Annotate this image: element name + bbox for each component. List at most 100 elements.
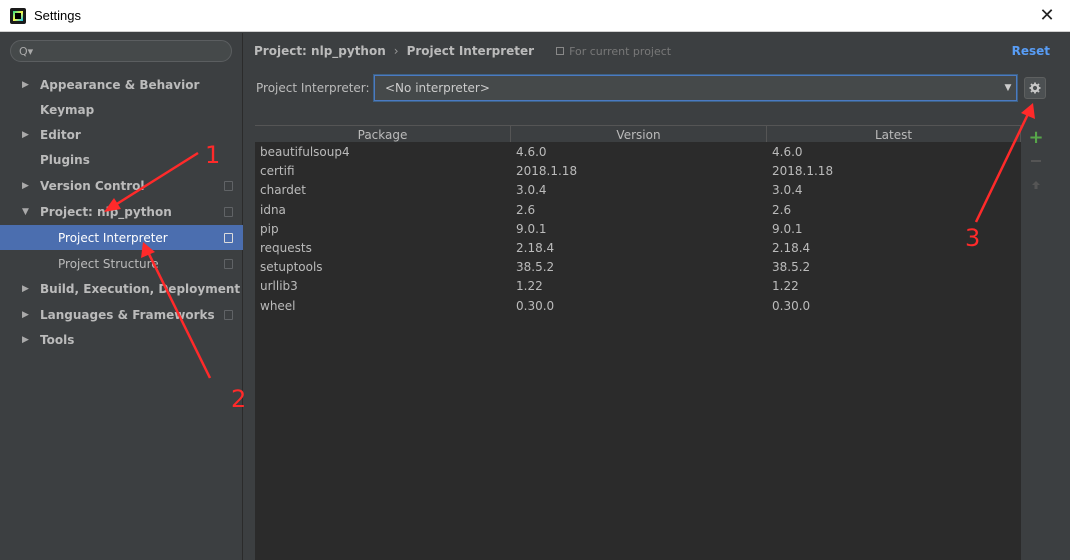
package-toolbar: + bbox=[1025, 125, 1047, 560]
expand-arrow-icon: ▶ bbox=[22, 180, 29, 191]
package-name: beautifulsoup4 bbox=[260, 145, 350, 159]
interpreter-value: <No interpreter> bbox=[385, 81, 490, 95]
sidebar-item-label: Plugins bbox=[40, 152, 90, 167]
column-header-package[interactable]: Package bbox=[255, 125, 511, 142]
package-name: chardet bbox=[260, 183, 306, 198]
project-scope-icon bbox=[224, 309, 233, 320]
close-button[interactable]: ✕ bbox=[1036, 5, 1058, 27]
plus-icon: + bbox=[1028, 126, 1044, 148]
window-title: Settings bbox=[34, 8, 81, 23]
sidebar-item-label: Tools bbox=[40, 332, 75, 347]
table-header: Package Version Latest bbox=[255, 125, 1021, 143]
table-row[interactable]: pip 9.0.1 9.0.1 bbox=[255, 220, 1021, 239]
title-bar: Settings ✕ bbox=[0, 0, 1070, 32]
scope-note-text: For current project bbox=[569, 44, 672, 58]
expand-arrow-icon: ▶ bbox=[22, 334, 29, 345]
package-name: setuptools bbox=[260, 260, 323, 275]
annotation-label-3: 3 bbox=[965, 224, 981, 252]
reset-link[interactable]: Reset bbox=[1012, 44, 1050, 58]
sidebar-item-label: Appearance & Behavior bbox=[40, 77, 200, 92]
package-name: urllib3 bbox=[260, 279, 298, 294]
package-version: 2.6 bbox=[516, 202, 536, 217]
dropdown-arrow-icon[interactable]: ▼ bbox=[1001, 77, 1015, 99]
package-version: 4.6.0 bbox=[516, 145, 547, 159]
table-row[interactable]: idna 2.6 2.6 bbox=[255, 201, 1021, 220]
package-latest: 2.6 bbox=[772, 202, 792, 217]
sidebar-item-label: Editor bbox=[40, 127, 81, 142]
project-scope-icon bbox=[556, 47, 565, 55]
package-name: requests bbox=[260, 240, 312, 255]
table-row[interactable]: setuptools 38.5.2 38.5.2 bbox=[255, 258, 1021, 277]
package-name: idna bbox=[260, 202, 286, 217]
upgrade-arrow-icon bbox=[1032, 181, 1040, 189]
add-package-button[interactable]: + bbox=[1025, 125, 1047, 149]
column-header-version[interactable]: Version bbox=[511, 125, 767, 142]
sidebar-item-label: Languages & Frameworks bbox=[40, 307, 215, 322]
expand-arrow-icon: ▶ bbox=[22, 283, 29, 294]
project-scope-icon bbox=[224, 258, 233, 269]
breadcrumb: Project: nlp_python › Project Interprete… bbox=[254, 44, 671, 58]
package-latest: 2018.1.18 bbox=[772, 164, 834, 179]
package-latest: 3.0.4 bbox=[772, 183, 803, 198]
package-version: 0.30.0 bbox=[516, 298, 555, 313]
remove-package-button[interactable] bbox=[1025, 149, 1047, 173]
table-row[interactable]: chardet 3.0.4 3.0.4 bbox=[255, 181, 1021, 200]
table-row[interactable]: urllib3 1.22 1.22 bbox=[255, 277, 1021, 296]
table-row[interactable]: requests 2.18.4 2.18.4 bbox=[255, 239, 1021, 258]
annotation-label-2: 2 bbox=[231, 385, 247, 413]
sidebar-item-tools[interactable]: ▶ Tools bbox=[0, 327, 243, 352]
collapse-arrow-icon: ▼ bbox=[22, 206, 29, 217]
sidebar-item-project[interactable]: ▼ Project: nlp_python bbox=[0, 199, 243, 224]
sidebar-item-label: Keymap bbox=[40, 102, 95, 117]
sidebar-item-label: Project Interpreter bbox=[58, 230, 168, 245]
package-version: 1.22 bbox=[516, 279, 543, 294]
package-version: 2.18.4 bbox=[516, 240, 555, 255]
package-version: 9.0.1 bbox=[516, 221, 547, 236]
package-name: wheel bbox=[260, 298, 296, 313]
sidebar-item-build[interactable]: ▶ Build, Execution, Deployment bbox=[0, 276, 243, 301]
package-name: pip bbox=[260, 221, 279, 236]
package-latest: 9.0.1 bbox=[772, 221, 803, 236]
breadcrumb-separator: › bbox=[393, 44, 399, 58]
sidebar-item-label: Build, Execution, Deployment bbox=[40, 281, 241, 296]
package-name: certifi bbox=[260, 164, 295, 179]
table-row[interactable]: certifi 2018.1.18 2018.1.18 bbox=[255, 162, 1021, 181]
settings-search-input[interactable]: Q▾ bbox=[10, 40, 232, 62]
project-scope-icon bbox=[224, 232, 233, 243]
pycharm-app-icon bbox=[10, 7, 26, 24]
sidebar-item-project-structure[interactable]: Project Structure bbox=[0, 251, 243, 276]
table-row[interactable]: wheel 0.30.0 0.30.0 bbox=[255, 297, 1021, 316]
interpreter-label: Project Interpreter: bbox=[256, 81, 370, 95]
package-version: 2018.1.18 bbox=[516, 164, 578, 179]
sidebar-item-version-control[interactable]: ▶ Version Control bbox=[0, 173, 243, 198]
interpreter-dropdown[interactable]: <No interpreter> bbox=[374, 75, 1017, 101]
table-row[interactable]: beautifulsoup4 4.6.0 4.6.0 bbox=[255, 143, 1021, 162]
settings-content: Project: nlp_python › Project Interprete… bbox=[244, 33, 1070, 560]
sidebar-item-appearance[interactable]: ▶ Appearance & Behavior bbox=[0, 72, 243, 97]
upgrade-package-button[interactable] bbox=[1025, 173, 1047, 197]
sidebar-item-keymap[interactable]: Keymap bbox=[0, 97, 243, 122]
expand-arrow-icon: ▶ bbox=[22, 79, 29, 90]
package-latest: 38.5.2 bbox=[772, 260, 811, 275]
package-version: 3.0.4 bbox=[516, 183, 547, 198]
scope-note: For current project bbox=[556, 45, 671, 58]
interpreter-settings-button[interactable] bbox=[1024, 77, 1046, 99]
expand-arrow-icon: ▶ bbox=[22, 129, 29, 140]
sidebar-item-project-interpreter[interactable]: Project Interpreter bbox=[0, 225, 243, 250]
column-header-latest[interactable]: Latest bbox=[767, 125, 1021, 142]
settings-sidebar: Q▾ ▶ Appearance & Behavior Keymap ▶ Edit… bbox=[0, 33, 243, 560]
package-latest: 2.18.4 bbox=[772, 240, 811, 255]
package-version: 38.5.2 bbox=[516, 260, 555, 275]
project-scope-icon bbox=[224, 180, 233, 191]
sidebar-item-languages[interactable]: ▶ Languages & Frameworks bbox=[0, 302, 243, 327]
package-latest: 4.6.0 bbox=[772, 145, 803, 159]
sidebar-item-label: Version Control bbox=[40, 178, 145, 193]
breadcrumb-project: Project: nlp_python bbox=[254, 44, 386, 58]
minus-icon bbox=[1031, 160, 1041, 162]
breadcrumb-page: Project Interpreter bbox=[406, 44, 535, 58]
sidebar-item-label: Project Structure bbox=[58, 256, 159, 271]
sidebar-item-label: Project: nlp_python bbox=[40, 204, 172, 219]
package-latest: 1.22 bbox=[772, 279, 799, 294]
annotation-label-1: 1 bbox=[205, 141, 221, 169]
project-scope-icon bbox=[224, 206, 233, 217]
